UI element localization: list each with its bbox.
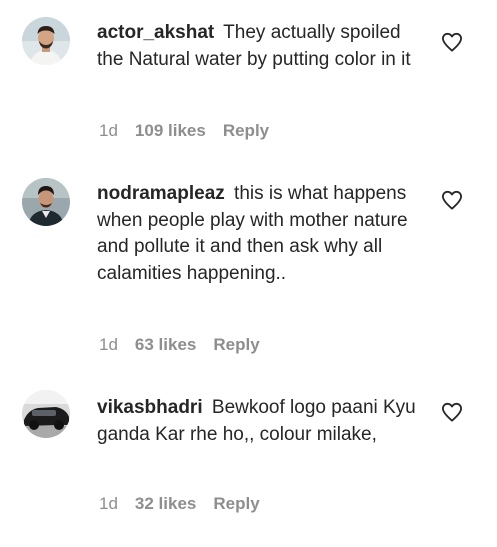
comment-time: 1d bbox=[99, 121, 118, 140]
comment-username[interactable]: nodramapleaz bbox=[97, 183, 225, 204]
comment-body: actor_akshat They actually spoiled the N… bbox=[97, 20, 427, 73]
comment-username[interactable]: actor_akshat bbox=[97, 22, 214, 43]
comment-body: vikasbhadri Bewkoof logo paani Kyu ganda… bbox=[97, 395, 427, 448]
comment-likes[interactable]: 63 likes bbox=[135, 335, 196, 355]
reply-button[interactable]: Reply bbox=[213, 335, 259, 355]
reply-button[interactable]: Reply bbox=[213, 494, 259, 514]
comment-time: 1d bbox=[99, 494, 118, 513]
heart-outline-icon[interactable] bbox=[441, 190, 463, 210]
comment-body: nodramapleaz this is what happens when p… bbox=[97, 181, 427, 287]
comment-likes[interactable]: 109 likes bbox=[135, 121, 206, 141]
comment-meta: 1d 63 likes Reply bbox=[99, 335, 260, 355]
avatar[interactable] bbox=[22, 178, 70, 226]
heart-outline-icon[interactable] bbox=[441, 32, 463, 52]
comment-meta: 1d 32 likes Reply bbox=[99, 494, 260, 514]
comment-likes[interactable]: 32 likes bbox=[135, 494, 196, 514]
comment-time: 1d bbox=[99, 335, 118, 354]
heart-outline-icon[interactable] bbox=[441, 402, 463, 422]
avatar[interactable] bbox=[22, 17, 70, 65]
comment-username[interactable]: vikasbhadri bbox=[97, 397, 203, 418]
avatar[interactable] bbox=[22, 390, 70, 438]
reply-button[interactable]: Reply bbox=[223, 121, 269, 141]
comment-meta: 1d 109 likes Reply bbox=[99, 121, 269, 141]
